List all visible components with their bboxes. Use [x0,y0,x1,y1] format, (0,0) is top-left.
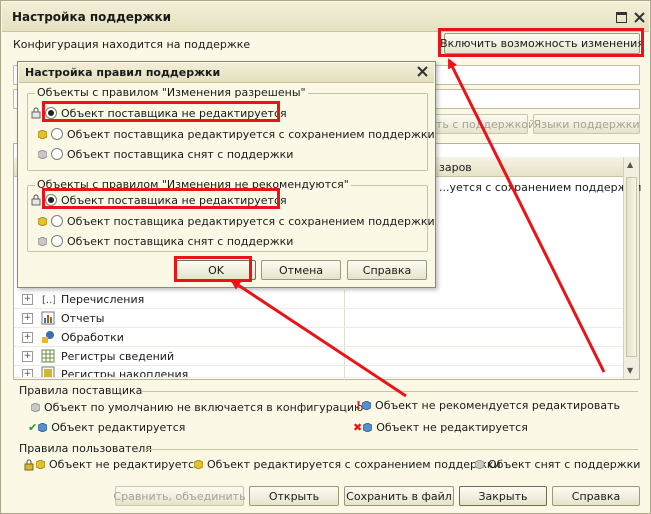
arrow-to-ok-button [230,279,407,398]
annotation-arrows [230,58,606,398]
arrow-to-enable-button [447,58,606,373]
